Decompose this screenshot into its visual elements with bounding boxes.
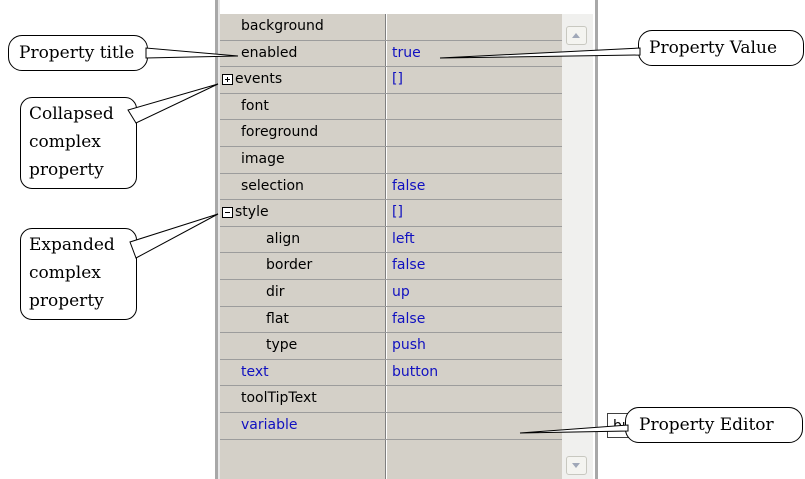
property-name: flat <box>266 310 289 327</box>
callout-collapsed-complex-property: Collapsed complex property <box>20 97 137 189</box>
property-row-flat[interactable]: flat false <box>220 307 562 334</box>
callout-text: property <box>29 291 104 311</box>
property-value[interactable]: false <box>392 311 425 327</box>
property-name: font <box>241 97 269 114</box>
panel-border-right <box>595 0 598 479</box>
property-row-variable[interactable]: variablebutton <box>220 413 782 440</box>
property-value[interactable]: true <box>392 45 421 61</box>
property-value[interactable]: [] <box>392 204 403 220</box>
property-name: selection <box>241 177 304 194</box>
property-row-align[interactable]: align left <box>220 227 562 254</box>
plus-box-icon[interactable] <box>222 74 233 86</box>
property-name: type <box>266 337 298 354</box>
chevron-up-icon[interactable] <box>566 26 587 45</box>
property-value[interactable]: [] <box>392 71 403 87</box>
callout-property-editor: Property Editor <box>625 407 803 443</box>
property-name: text <box>241 363 269 380</box>
property-row-image[interactable]: image <box>220 147 562 174</box>
minus-box-icon[interactable] <box>222 207 233 219</box>
row-divider <box>220 438 562 440</box>
property-value[interactable]: up <box>392 284 410 300</box>
property-name: foreground <box>241 124 319 141</box>
callout-text: complex <box>29 263 101 283</box>
property-row-selection[interactable]: selection false <box>220 174 562 201</box>
property-name: border <box>266 257 313 274</box>
callout-text: Property Value <box>649 38 778 58</box>
property-name: image <box>241 151 285 167</box>
vertical-scrollbar[interactable] <box>562 14 593 479</box>
callout-property-value: Property Value <box>638 30 804 66</box>
property-row-foreground[interactable]: foreground <box>220 120 562 147</box>
property-value[interactable]: false <box>392 178 425 194</box>
property-value[interactable]: button <box>392 364 438 380</box>
callout-text: Property title <box>19 43 135 63</box>
chevron-down-icon[interactable] <box>566 456 587 475</box>
property-row-text[interactable]: text button <box>220 360 562 387</box>
callout-property-title: Property title <box>8 35 148 71</box>
property-row-background[interactable]: background <box>220 14 562 41</box>
callout-expanded-complex-property: Expanded complex property <box>20 228 137 320</box>
property-value[interactable]: false <box>392 257 425 273</box>
property-value[interactable]: push <box>392 337 426 353</box>
property-row-style[interactable]: style [] <box>220 200 562 227</box>
property-row-enabled[interactable]: enabled true <box>220 41 562 68</box>
property-name: events <box>235 71 283 88</box>
property-name: toolTipText <box>241 390 317 407</box>
callout-text: property <box>29 160 104 180</box>
property-row-events[interactable]: events [] <box>220 67 562 94</box>
property-row-font[interactable]: font <box>220 94 562 121</box>
property-name: style <box>235 204 269 221</box>
callout-text: Collapsed <box>29 104 114 124</box>
property-name: background <box>241 18 324 34</box>
callout-text: complex <box>29 132 101 152</box>
property-row-dir[interactable]: dir up <box>220 280 562 307</box>
property-row-tooltiptext[interactable]: toolTipText <box>220 386 562 413</box>
property-row-type[interactable]: type push <box>220 333 562 360</box>
callout-text: Expanded <box>29 235 115 255</box>
property-value[interactable]: left <box>392 231 415 247</box>
callout-text: Property Editor <box>639 415 774 435</box>
property-name: align <box>266 230 301 247</box>
property-name: dir <box>266 284 285 300</box>
property-name: enabled <box>241 44 298 61</box>
property-row-border[interactable]: border false <box>220 253 562 280</box>
property-name: variable <box>241 417 298 433</box>
